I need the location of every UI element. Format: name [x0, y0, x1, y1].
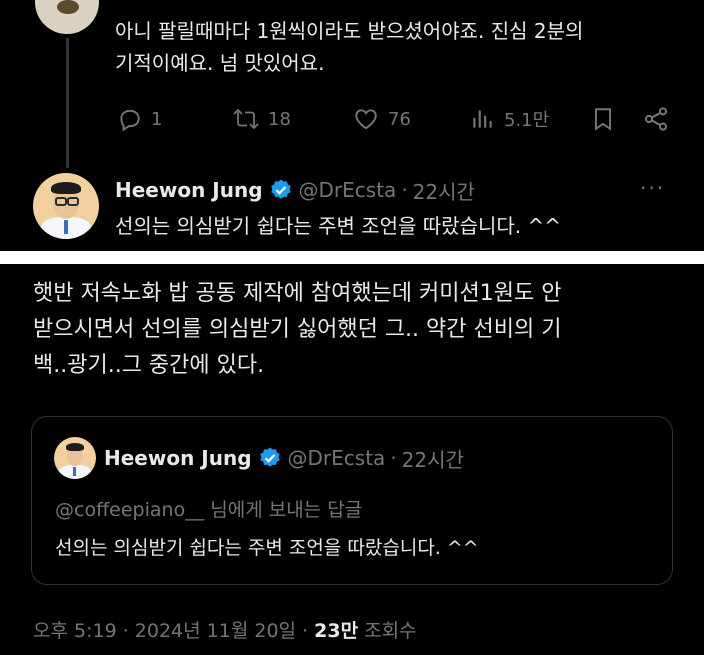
like-icon	[355, 109, 377, 130]
quoted-author-avatar[interactable]	[54, 437, 96, 479]
main-tweet-line-1: 햇반 저속노화 밥 공동 제작에 참여했는데 커미션1원도 안	[33, 281, 562, 306]
main-tweet-line-3: 백..광기..그 중간에 있다.	[33, 353, 265, 378]
tweet-meta-row: 오후 5:19 · 2024년 11월 20일 · 23만 조회수	[33, 616, 417, 643]
previous-tweet-line-1: 아니 팔릴때마다 1원씩이라도 받으셨어야죠. 진심 2분의	[115, 19, 584, 43]
reply-count: 1	[151, 108, 163, 130]
bottom-screenshot-panel: 햇반 저속노화 밥 공동 제작에 참여했는데 커미션1원도 안 받으시면서 선의…	[0, 264, 704, 655]
quoted-author-handle: @DrEcsta	[287, 446, 386, 470]
reply-tweet-text: 선의는 의심받기 쉽다는 주변 조언을 따랐습니다. ^^	[115, 214, 562, 238]
views-count: 5.1만	[504, 110, 550, 131]
previous-tweet-line-2: 기적이예요. 넘 맛있어요.	[115, 51, 325, 75]
share-button[interactable]	[642, 103, 670, 135]
reply-icon	[120, 109, 140, 132]
reply-button[interactable]: 1	[117, 103, 162, 135]
separator-dot: ·	[401, 178, 408, 202]
tweet-actions-bar: 1 18 76 5.1만	[115, 103, 675, 135]
bookmark-button[interactable]	[590, 103, 616, 135]
thread-line	[66, 38, 69, 168]
top-screenshot-panel: 아니 팔릴때마다 1원씩이라도 받으셨어야죠. 진심 2분의 기적이예요. 넘 …	[0, 0, 704, 251]
views-icon	[473, 110, 492, 128]
tweet-timestamp[interactable]: 오후 5:19 · 2024년 11월 20일 ·	[33, 620, 314, 642]
more-icon[interactable]: ···	[640, 176, 665, 200]
quoted-tweet-text: 선의는 의심받기 쉽다는 주변 조언을 따랐습니다. ^^	[55, 537, 479, 559]
quoted-tweet-card[interactable]: Heewon Jung @DrEcsta · 22시간 @coffeepiano…	[31, 416, 673, 585]
repost-count: 18	[268, 108, 291, 130]
reply-author-avatar[interactable]	[33, 173, 99, 239]
previous-author-avatar[interactable]	[35, 0, 99, 34]
reply-author-handle[interactable]: @DrEcsta	[299, 178, 397, 202]
previous-tweet-text: 아니 팔릴때마다 1원씩이라도 받으셨어야죠. 진심 2분의 기적이예요. 넘 …	[115, 15, 675, 79]
quoted-author-row: Heewon Jung @DrEcsta · 22시간	[104, 443, 464, 473]
share-icon	[644, 107, 668, 131]
quoted-time: 22시간	[401, 447, 464, 472]
bookmark-icon	[594, 108, 612, 131]
reply-time[interactable]: 22시간	[413, 176, 475, 205]
quoted-author-name: Heewon Jung	[104, 446, 252, 470]
tweet-views-label: 조회수	[358, 620, 417, 642]
repost-icon	[233, 108, 259, 130]
separator-dot: ·	[390, 446, 397, 470]
tweet-views-count: 23만	[314, 620, 359, 642]
replying-to-label: @coffeepiano__ 님에게 보내는 답글	[55, 499, 363, 521]
main-tweet-text: 햇반 저속노화 밥 공동 제작에 참여했는데 커미션1원도 안 받으시면서 선의…	[33, 276, 673, 384]
views-button[interactable]: 5.1만	[470, 103, 549, 135]
verified-badge-icon	[270, 179, 291, 199]
reply-author-name[interactable]: Heewon Jung	[115, 178, 263, 202]
reply-author-row: Heewon Jung @DrEcsta · 22시간	[115, 176, 475, 204]
like-count: 76	[388, 108, 411, 130]
main-tweet-line-2: 받으시면서 선의를 의심받기 싫어했던 그.. 약간 선비의 기	[33, 317, 562, 342]
like-button[interactable]: 76	[352, 103, 411, 135]
verified-badge-icon	[259, 447, 280, 467]
repost-button[interactable]: 18	[232, 103, 291, 135]
